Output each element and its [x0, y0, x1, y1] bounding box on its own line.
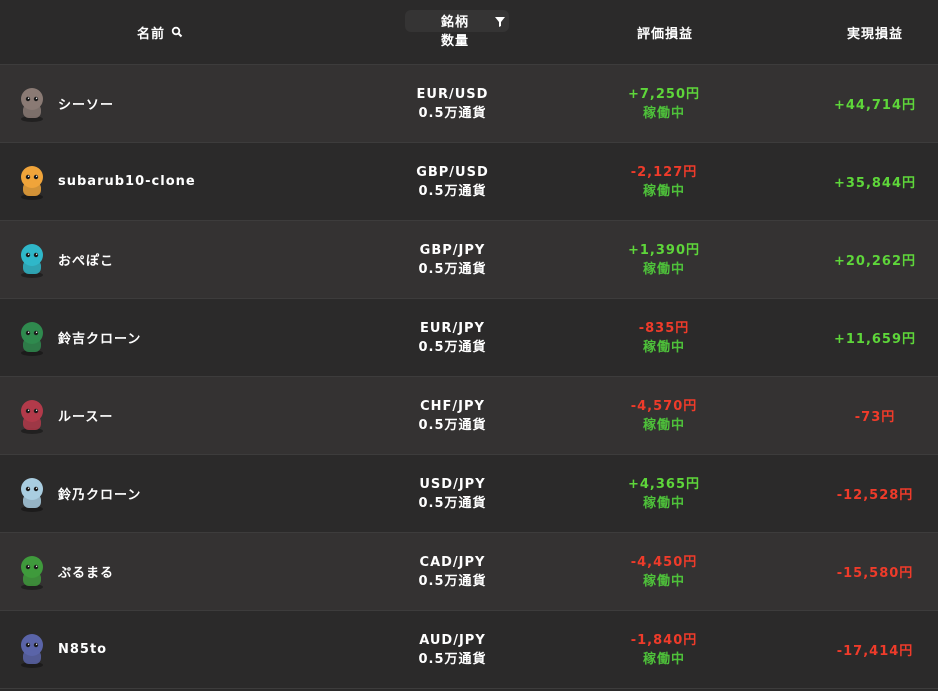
unrealized-pnl: -1,840円: [630, 633, 698, 648]
eval-cell: +7,250円 稼働中: [600, 85, 728, 123]
unrealized-pnl: +4,365円: [627, 477, 700, 492]
column-real-header[interactable]: 実現損益: [815, 0, 935, 64]
mushroom-avatar: [12, 162, 52, 202]
realized-pnl: -12,528円: [836, 488, 914, 503]
status-badge: 稼働中: [642, 652, 685, 667]
trade-quantity: 0.5万通貨: [418, 106, 487, 121]
realized-pnl: +35,844円: [833, 176, 917, 191]
table-row[interactable]: 鈴乃クローン USD/JPY 0.5万通貨 +4,365円 稼働中 -12,528円: [0, 455, 938, 533]
realized-pnl: +20,262円: [833, 254, 917, 269]
status-badge: 稼働中: [642, 184, 685, 199]
table-header: 名前 銘柄 数量 評価損益 実現損益: [0, 0, 938, 65]
unrealized-pnl: -835円: [638, 321, 690, 336]
bot-name[interactable]: N85to: [58, 611, 107, 688]
column-pair-label: 銘柄: [440, 15, 469, 30]
unrealized-pnl: -2,127円: [630, 165, 698, 180]
table-row[interactable]: N85to AUD/JPY 0.5万通貨 -1,840円 稼働中 -17,414円: [0, 611, 938, 689]
pair-cell: CAD/JPY 0.5万通貨: [395, 553, 510, 591]
eval-cell: +1,390円 稼働中: [600, 241, 728, 279]
bot-name[interactable]: ぷるまる: [58, 533, 114, 610]
trade-quantity: 0.5万通貨: [418, 340, 487, 355]
bot-name[interactable]: subarub10-clone: [58, 143, 196, 220]
pair-cell: EUR/USD 0.5万通貨: [395, 85, 510, 123]
column-name-label: 名前: [136, 26, 165, 42]
eval-cell: +4,365円 稼働中: [600, 475, 728, 513]
table-row[interactable]: 鈴吉クローン EUR/JPY 0.5万通貨 -835円稼働中 +11,659円: [0, 299, 938, 377]
unrealized-pnl: +1,390円: [627, 243, 700, 258]
trade-quantity: 0.5万通貨: [418, 262, 487, 277]
realized-pnl: +44,714円: [833, 98, 917, 113]
pair-symbol: CAD/JPY: [419, 555, 486, 570]
bot-name[interactable]: 鈴吉クローン: [58, 299, 141, 376]
pair-symbol: CHF/JPY: [420, 399, 485, 414]
pair-cell: USD/JPY 0.5万通貨: [395, 475, 510, 513]
green-creature-avatar: [12, 552, 52, 592]
bot-name[interactable]: 鈴乃クローン: [58, 455, 141, 532]
eval-cell: -835円稼働中: [600, 319, 728, 357]
column-pair-header[interactable]: 銘柄 数量: [400, 0, 510, 64]
pair-symbol: USD/JPY: [419, 477, 486, 492]
realized-pnl: -73円: [854, 410, 896, 425]
bot-ranking-table: 名前 銘柄 数量 評価損益 実現損益 シーソー EUR/USD 0.5万通貨 +7,2…: [0, 0, 938, 689]
table-row[interactable]: ルースー CHF/JPY 0.5万通貨 -4,570円 稼働中 -73円: [0, 377, 938, 455]
table-row[interactable]: ぷるまる CAD/JPY 0.5万通貨 -4,450円 稼働中 -15,580円: [0, 533, 938, 611]
status-badge: 稼働中: [642, 340, 685, 355]
blue-creature-avatar: [12, 240, 52, 280]
pair-cell: CHF/JPY 0.5万通貨: [395, 397, 510, 435]
pair-symbol: AUD/JPY: [419, 633, 486, 648]
filter-icon[interactable]: [494, 16, 506, 28]
lion-avatar: [12, 318, 52, 358]
table-row[interactable]: おぺぽこ GBP/JPY 0.5万通貨 +1,390円 稼働中 +20,262円: [0, 221, 938, 299]
pair-cell: AUD/JPY 0.5万通貨: [395, 631, 510, 669]
realized-pnl: -17,414円: [836, 644, 914, 659]
pair-symbol: EUR/JPY: [420, 321, 485, 336]
table-row[interactable]: シーソー EUR/USD 0.5万通貨 +7,250円 稼働中 +44,714円: [0, 65, 938, 143]
pair-symbol: GBP/USD: [416, 165, 489, 180]
trade-quantity: 0.5万通貨: [418, 574, 487, 589]
table-body: シーソー EUR/USD 0.5万通貨 +7,250円 稼働中 +44,714円 subar…: [0, 65, 938, 689]
bot-name[interactable]: おぺぽこ: [58, 221, 114, 298]
eval-cell: -1,840円 稼働中: [600, 631, 728, 669]
realized-pnl: -15,580円: [836, 566, 914, 581]
pair-cell: GBP/JPY 0.5万通貨: [395, 241, 510, 279]
status-badge: 稼働中: [642, 496, 685, 511]
column-qty-label: 数量: [440, 34, 469, 49]
alien-avatar: [12, 84, 52, 124]
status-badge: 稼働中: [642, 418, 685, 433]
pair-cell: EUR/JPY 0.5万通貨: [395, 319, 510, 357]
bot-name[interactable]: ルースー: [58, 377, 113, 454]
search-icon[interactable]: [171, 26, 183, 38]
status-badge: 稼働中: [642, 106, 685, 121]
pair-symbol: EUR/USD: [416, 87, 489, 102]
wolf-avatar: [12, 630, 52, 670]
trade-quantity: 0.5万通貨: [418, 496, 487, 511]
pair-cell: GBP/USD 0.5万通貨: [395, 163, 510, 201]
unrealized-pnl: -4,450円: [630, 555, 698, 570]
status-badge: 稼働中: [642, 262, 685, 277]
column-eval-header[interactable]: 評価損益: [605, 0, 725, 64]
realized-pnl: +11,659円: [833, 332, 917, 347]
unrealized-pnl: -4,570円: [630, 399, 698, 414]
pair-symbol: GBP/JPY: [419, 243, 486, 258]
column-name-header[interactable]: 名前: [0, 0, 320, 64]
unrealized-pnl: +7,250円: [627, 87, 700, 102]
bot-name[interactable]: シーソー: [58, 65, 114, 142]
cloud-creature-avatar: [12, 474, 52, 514]
red-creature-avatar: [12, 396, 52, 436]
trade-quantity: 0.5万通貨: [418, 418, 487, 433]
column-eval-label: 評価損益: [636, 26, 693, 42]
eval-cell: -2,127円 稼働中: [600, 163, 728, 201]
status-badge: 稼働中: [642, 574, 685, 589]
column-real-label: 実現損益: [846, 26, 903, 42]
trade-quantity: 0.5万通貨: [418, 652, 487, 667]
eval-cell: -4,570円 稼働中: [600, 397, 728, 435]
table-row[interactable]: subarub10-clone GBP/USD 0.5万通貨 -2,127円 稼働中 +3…: [0, 143, 938, 221]
trade-quantity: 0.5万通貨: [418, 184, 487, 199]
eval-cell: -4,450円 稼働中: [600, 553, 728, 591]
